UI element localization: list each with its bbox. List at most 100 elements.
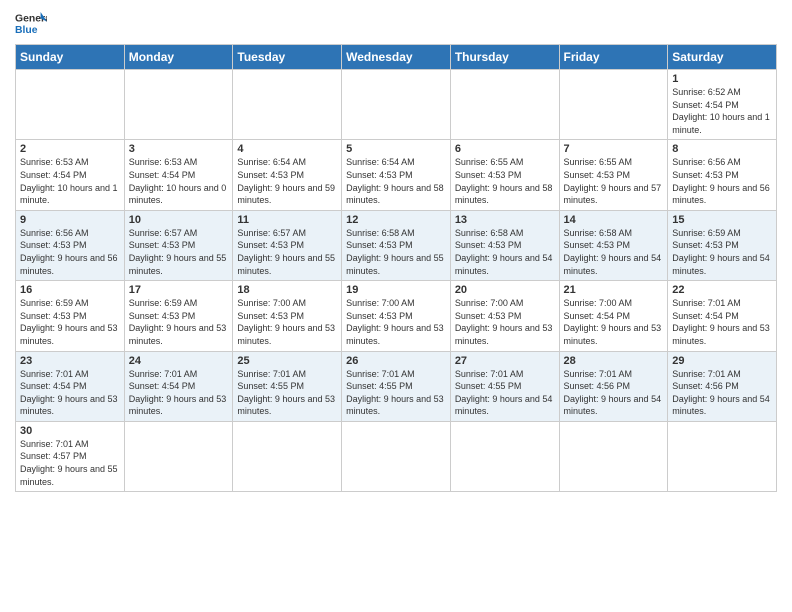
day-info: Sunrise: 7:01 AM Sunset: 4:56 PM Dayligh…	[564, 368, 664, 418]
calendar-cell	[450, 70, 559, 140]
calendar-cell: 27Sunrise: 7:01 AM Sunset: 4:55 PM Dayli…	[450, 351, 559, 421]
day-number: 23	[20, 355, 120, 367]
day-number: 17	[129, 284, 229, 296]
calendar-week-row: 23Sunrise: 7:01 AM Sunset: 4:54 PM Dayli…	[16, 351, 777, 421]
day-info: Sunrise: 6:52 AM Sunset: 4:54 PM Dayligh…	[672, 86, 772, 136]
day-number: 11	[237, 214, 337, 226]
calendar-cell: 19Sunrise: 7:00 AM Sunset: 4:53 PM Dayli…	[342, 281, 451, 351]
day-info: Sunrise: 6:59 AM Sunset: 4:53 PM Dayligh…	[672, 227, 772, 277]
calendar-week-row: 16 Sunrise: 6:59 AM Sunset: 4:53 PM Dayli…	[16, 281, 777, 351]
day-number: 9	[20, 214, 120, 226]
day-info: Sunrise: 7:01 AM Sunset: 4:54 PM Dayligh…	[672, 297, 772, 347]
day-info: Sunrise: 7:01 AM Sunset: 4:57 PM Dayligh…	[20, 438, 120, 488]
logo-icon: General Blue	[15, 10, 47, 38]
calendar-table: SundayMondayTuesdayWednesdayThursdayFrid…	[15, 44, 777, 492]
calendar-cell: 4Sunrise: 6:54 AM Sunset: 4:53 PM Daylig…	[233, 140, 342, 210]
calendar-cell: 28Sunrise: 7:01 AM Sunset: 4:56 PM Dayli…	[559, 351, 668, 421]
day-info: Sunrise: 7:01 AM Sunset: 4:56 PM Dayligh…	[672, 368, 772, 418]
day-info: Sunrise: 7:01 AM Sunset: 4:54 PM Dayligh…	[129, 368, 229, 418]
calendar-cell: 26Sunrise: 7:01 AM Sunset: 4:55 PM Dayli…	[342, 351, 451, 421]
day-info: Sunrise: 7:00 AM Sunset: 4:54 PM Dayligh…	[564, 297, 664, 347]
calendar-cell: 14Sunrise: 6:58 AM Sunset: 4:53 PM Dayli…	[559, 210, 668, 280]
day-info: Sunrise: 6:56 AM Sunset: 4:53 PM Dayligh…	[672, 156, 772, 206]
calendar-cell	[233, 70, 342, 140]
calendar-cell: 29Sunrise: 7:01 AM Sunset: 4:56 PM Dayli…	[668, 351, 777, 421]
calendar-cell	[342, 70, 451, 140]
col-header-friday: Friday	[559, 45, 668, 70]
day-number: 30	[20, 425, 120, 437]
day-info: Sunrise: 7:00 AM Sunset: 4:53 PM Dayligh…	[346, 297, 446, 347]
day-info: Sunrise: 6:59 AM Sunset: 4:53 PM Dayligh…	[129, 297, 229, 347]
calendar-cell: 12Sunrise: 6:58 AM Sunset: 4:53 PM Dayli…	[342, 210, 451, 280]
calendar-cell: 10Sunrise: 6:57 AM Sunset: 4:53 PM Dayli…	[124, 210, 233, 280]
day-number: 18	[237, 284, 337, 296]
day-number: 24	[129, 355, 229, 367]
day-number: 2	[20, 143, 120, 155]
calendar-cell: 5Sunrise: 6:54 AM Sunset: 4:53 PM Daylig…	[342, 140, 451, 210]
calendar-cell: 13Sunrise: 6:58 AM Sunset: 4:53 PM Dayli…	[450, 210, 559, 280]
day-info: Sunrise: 7:01 AM Sunset: 4:54 PM Dayligh…	[20, 368, 120, 418]
calendar-cell: 1Sunrise: 6:52 AM Sunset: 4:54 PM Daylig…	[668, 70, 777, 140]
day-number: 5	[346, 143, 446, 155]
calendar-cell: 9Sunrise: 6:56 AM Sunset: 4:53 PM Daylig…	[16, 210, 125, 280]
calendar-cell	[342, 421, 451, 491]
day-number: 14	[564, 214, 664, 226]
day-number: 7	[564, 143, 664, 155]
calendar-cell	[668, 421, 777, 491]
day-info: Sunrise: 6:57 AM Sunset: 4:53 PM Dayligh…	[129, 227, 229, 277]
day-number: 8	[672, 143, 772, 155]
calendar-cell	[16, 70, 125, 140]
calendar-cell	[233, 421, 342, 491]
calendar-cell: 23Sunrise: 7:01 AM Sunset: 4:54 PM Dayli…	[16, 351, 125, 421]
calendar-cell: 2Sunrise: 6:53 AM Sunset: 4:54 PM Daylig…	[16, 140, 125, 210]
col-header-tuesday: Tuesday	[233, 45, 342, 70]
day-number: 1	[672, 73, 772, 85]
calendar-cell	[124, 421, 233, 491]
day-number: 12	[346, 214, 446, 226]
day-number: 28	[564, 355, 664, 367]
day-info: Sunrise: 6:55 AM Sunset: 4:53 PM Dayligh…	[455, 156, 555, 206]
calendar-cell	[450, 421, 559, 491]
day-number: 21	[564, 284, 664, 296]
calendar-cell: 20Sunrise: 7:00 AM Sunset: 4:53 PM Dayli…	[450, 281, 559, 351]
logo: General Blue	[15, 10, 47, 38]
day-info: Sunrise: 6:53 AM Sunset: 4:54 PM Dayligh…	[20, 156, 120, 206]
calendar-cell: 30Sunrise: 7:01 AM Sunset: 4:57 PM Dayli…	[16, 421, 125, 491]
day-info: Sunrise: 7:01 AM Sunset: 4:55 PM Dayligh…	[455, 368, 555, 418]
calendar-cell: 18Sunrise: 7:00 AM Sunset: 4:53 PM Dayli…	[233, 281, 342, 351]
header: General Blue	[15, 10, 777, 38]
day-number: 13	[455, 214, 555, 226]
day-info: Sunrise: 6:58 AM Sunset: 4:53 PM Dayligh…	[564, 227, 664, 277]
day-info: Sunrise: 6:56 AM Sunset: 4:53 PM Dayligh…	[20, 227, 120, 277]
calendar-cell: 3Sunrise: 6:53 AM Sunset: 4:54 PM Daylig…	[124, 140, 233, 210]
calendar-cell: 22Sunrise: 7:01 AM Sunset: 4:54 PM Dayli…	[668, 281, 777, 351]
day-info: Sunrise: 6:55 AM Sunset: 4:53 PM Dayligh…	[564, 156, 664, 206]
day-number: 16	[20, 284, 120, 296]
calendar-cell: 6Sunrise: 6:55 AM Sunset: 4:53 PM Daylig…	[450, 140, 559, 210]
day-number: 4	[237, 143, 337, 155]
day-info: Sunrise: 7:01 AM Sunset: 4:55 PM Dayligh…	[346, 368, 446, 418]
day-info: Sunrise: 6:58 AM Sunset: 4:53 PM Dayligh…	[346, 227, 446, 277]
calendar-cell: 25Sunrise: 7:01 AM Sunset: 4:55 PM Dayli…	[233, 351, 342, 421]
col-header-wednesday: Wednesday	[342, 45, 451, 70]
calendar-cell: 16Sunrise: 6:59 AM Sunset: 4:53 PM Dayli…	[16, 281, 125, 351]
calendar-cell	[559, 421, 668, 491]
day-number: 6	[455, 143, 555, 155]
calendar-cell: 15Sunrise: 6:59 AM Sunset: 4:53 PM Dayli…	[668, 210, 777, 280]
day-info: Sunrise: 7:01 AM Sunset: 4:55 PM Dayligh…	[237, 368, 337, 418]
calendar-cell: 17Sunrise: 6:59 AM Sunset: 4:53 PM Dayli…	[124, 281, 233, 351]
day-info: Sunrise: 6:54 AM Sunset: 4:53 PM Dayligh…	[237, 156, 337, 206]
calendar-cell: 24Sunrise: 7:01 AM Sunset: 4:54 PM Dayli…	[124, 351, 233, 421]
day-number: 20	[455, 284, 555, 296]
day-info: Sunrise: 6:54 AM Sunset: 4:53 PM Dayligh…	[346, 156, 446, 206]
day-number: 25	[237, 355, 337, 367]
day-info: Sunrise: 6:58 AM Sunset: 4:53 PM Dayligh…	[455, 227, 555, 277]
col-header-thursday: Thursday	[450, 45, 559, 70]
day-info: Sunrise: 7:00 AM Sunset: 4:53 PM Dayligh…	[237, 297, 337, 347]
calendar-cell: 11Sunrise: 6:57 AM Sunset: 4:53 PM Dayli…	[233, 210, 342, 280]
calendar-cell: 8Sunrise: 6:56 AM Sunset: 4:53 PM Daylig…	[668, 140, 777, 210]
day-info: Sunrise: 6:53 AM Sunset: 4:54 PM Dayligh…	[129, 156, 229, 206]
day-info: Sunrise: 7:00 AM Sunset: 4:53 PM Dayligh…	[455, 297, 555, 347]
day-number: 27	[455, 355, 555, 367]
col-header-sunday: Sunday	[16, 45, 125, 70]
